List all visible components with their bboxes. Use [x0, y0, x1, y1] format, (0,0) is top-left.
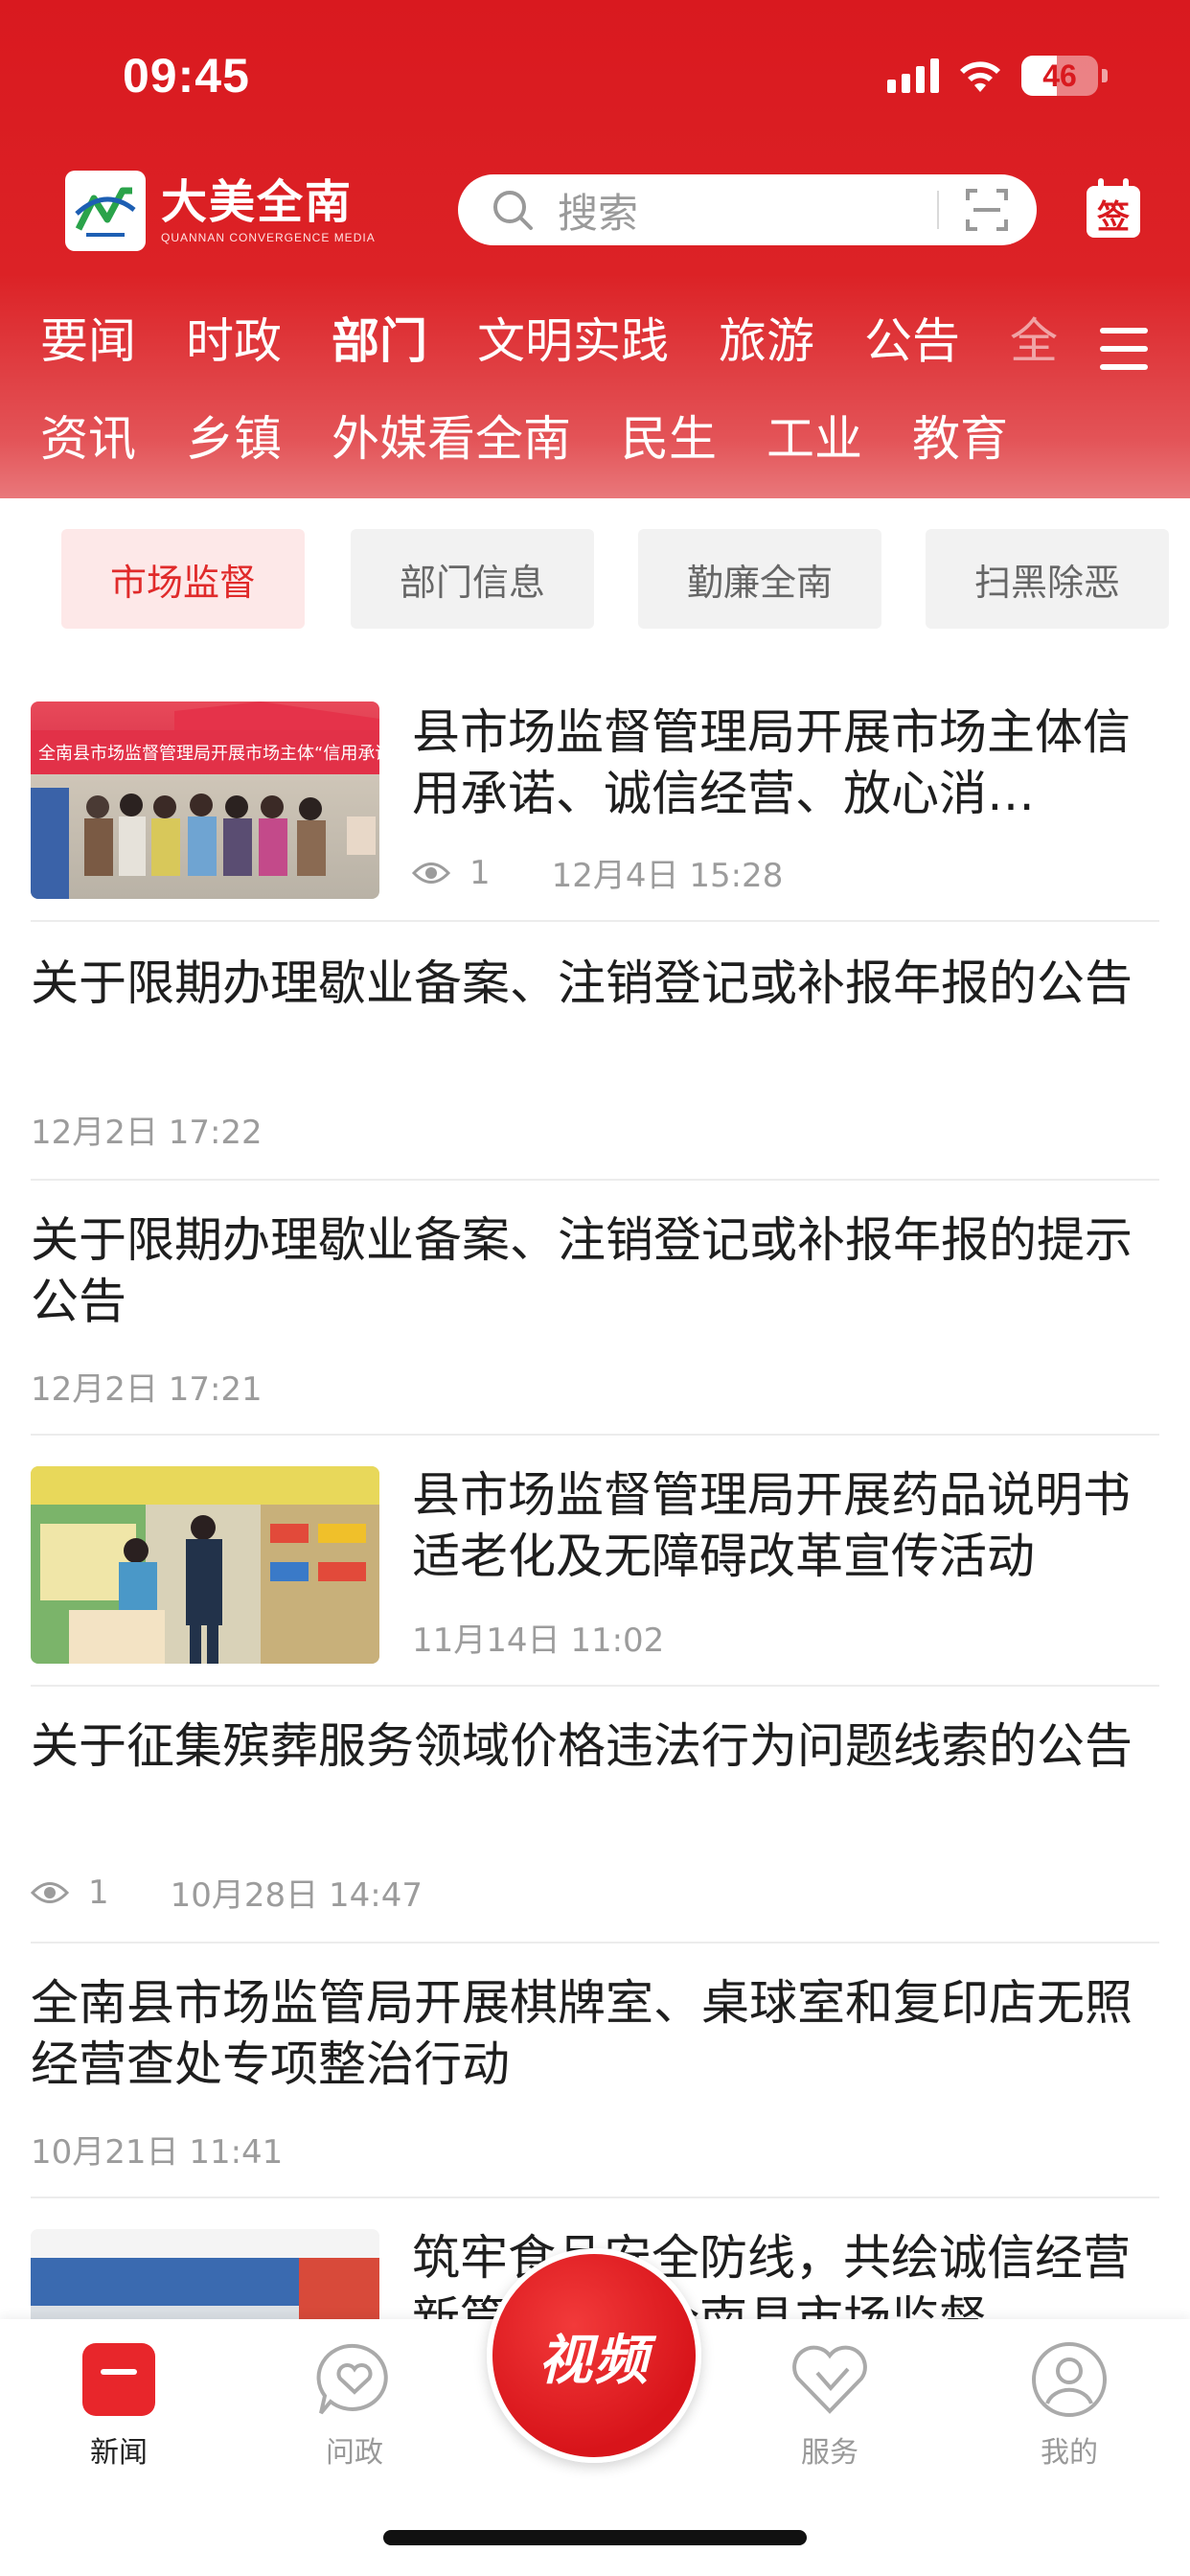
- battery-icon: 46: [1021, 56, 1098, 96]
- views-eye-icon: [31, 1881, 69, 1903]
- tab-wenzheng[interactable]: 问政: [278, 2340, 431, 2484]
- video-button-label: 视频: [538, 2329, 650, 2392]
- news-item[interactable]: 县市场监督管理局开展药品说明书适老化及无障碍改革宣传活动 11月14日 11:0…: [31, 1436, 1159, 1687]
- news-meta: 1 12月4日 15:28: [412, 849, 783, 896]
- channel-row-2: 资讯 乡镇 外媒看全南 民生 工业 教育: [0, 397, 1064, 473]
- news-thumbnail: 全南县市场监督管理局开展市场主体“信用承诺、诚信经营、放心消费”主题宣传活动: [31, 702, 379, 899]
- news-tab-icon: [82, 2343, 155, 2416]
- tab-service[interactable]: 服务: [753, 2340, 906, 2484]
- news-thumbnail-illustration: [31, 1466, 379, 1664]
- channel-xiangzhen[interactable]: 乡镇: [186, 401, 282, 470]
- news-thumbnail-illustration: 全南县市场监督管理局开展市场主体“信用承诺、诚信经营、放心消费”主题宣传活动: [31, 702, 379, 899]
- sign-in-calendar-icon[interactable]: 签: [1085, 178, 1142, 240]
- wifi-icon: [960, 61, 1000, 92]
- search-divider: [937, 191, 939, 229]
- news-date: 12月4日 15:28: [551, 857, 784, 895]
- news-title: 全南县市场监管局开展棋牌室、桌球室和复印店无照经营查处专项整治行动: [31, 1975, 1133, 2092]
- channel-wenmingshijian[interactable]: 文明实践: [477, 303, 669, 372]
- news-date: 12月2日 17:21: [31, 1370, 263, 1409]
- news-meta: 12月2日 17:22: [31, 1106, 263, 1153]
- channel-jiaoyu[interactable]: 教育: [912, 401, 1008, 470]
- status-time: 09:45: [123, 49, 250, 103]
- channel-row-1: 要闻 时政 部门 文明实践 旅游 公告 全: [0, 299, 1064, 376]
- news-item[interactable]: 关于限期办理歇业备案、注销登记或补报年报的公告 12月2日 17:22: [31, 924, 1159, 1181]
- news-date: 10月21日 11:41: [31, 2133, 284, 2172]
- news-meta: 11月14日 11:02: [412, 1614, 664, 1661]
- tab-service-label: 服务: [801, 2436, 858, 2470]
- views-count: 1: [469, 853, 491, 892]
- home-indicator: [383, 2530, 807, 2545]
- news-thumbnail-illustration: [31, 2229, 379, 2319]
- logo-mark-icon: [65, 171, 146, 251]
- thumb-banner-text: 全南县市场监督管理局开展市场主体“信用承诺、诚信经营、放心消费”主题宣传活动: [38, 744, 379, 764]
- channel-waimei[interactable]: 外媒看全南: [332, 401, 571, 470]
- subtab-bumenxinxi[interactable]: 部门信息: [351, 529, 594, 629]
- user-profile-icon: [1032, 2342, 1107, 2417]
- subtab-qinlianquannan[interactable]: 勤廉全南: [638, 529, 881, 629]
- news-meta: 1 10月28日 14:47: [31, 1869, 423, 1916]
- subtab-saoheichue[interactable]: 扫黑除恶: [926, 529, 1169, 629]
- logo-subtitle: QUANNAN CONVERGENCE MEDIA: [161, 231, 376, 245]
- channel-overflow[interactable]: 全: [1010, 303, 1058, 372]
- news-title: 关于征集殡葬服务领域价格违法行为问题线索的公告: [31, 1718, 1133, 1774]
- channel-yaowen[interactable]: 要闻: [40, 303, 136, 372]
- scan-icon[interactable]: [964, 187, 1010, 233]
- news-date: 10月28日 14:47: [170, 1876, 423, 1915]
- tab-mine[interactable]: 我的: [993, 2340, 1146, 2484]
- news-title: 关于限期办理歇业备案、注销登记或补报年报的公告: [31, 955, 1133, 1011]
- news-date: 12月2日 17:22: [31, 1114, 263, 1152]
- channel-gongye[interactable]: 工业: [767, 401, 862, 470]
- search-bar[interactable]: 搜索: [458, 174, 1037, 245]
- channel-gonggao[interactable]: 公告: [864, 303, 960, 372]
- search-icon: [493, 191, 533, 230]
- logo-title: 大美全南: [161, 174, 354, 229]
- channel-zixun[interactable]: 资讯: [40, 401, 136, 470]
- news-meta: 12月2日 17:21: [31, 1363, 263, 1410]
- news-meta: 10月21日 11:41: [31, 2126, 283, 2173]
- sign-icon-text: 签: [1097, 198, 1130, 237]
- channel-menu-icon[interactable]: [1100, 328, 1148, 370]
- subtab-shichangjiandu[interactable]: 市场监督: [61, 529, 305, 629]
- channel-lvyou[interactable]: 旅游: [719, 303, 814, 372]
- news-title: 县市场监督管理局开展药品说明书适老化及无障碍改革宣传活动: [412, 1467, 1131, 1584]
- app-header: 09:45 46 大美全南 QUANNAN CONVERGENCE MEDIA: [0, 0, 1190, 498]
- news-title: 关于限期办理歇业备案、注销登记或补报年报的提示公告: [31, 1212, 1133, 1329]
- tab-news[interactable]: 新闻: [42, 2340, 195, 2484]
- news-item[interactable]: 全南县市场监管局开展棋牌室、桌球室和复印店无照经营查处专项整治行动 10月21日…: [31, 1944, 1159, 2198]
- status-icons: 46: [887, 56, 1108, 96]
- news-thumbnail: [31, 1466, 379, 1664]
- news-title: 县市场监督管理局开展市场主体信用承诺、诚信经营、放心消…: [412, 704, 1131, 821]
- signal-icon: [887, 58, 939, 93]
- news-date: 11月14日 11:02: [412, 1622, 665, 1660]
- news-item[interactable]: 关于限期办理歇业备案、注销登记或补报年报的提示公告 12月2日 17:21: [31, 1181, 1159, 1436]
- tab-wenzheng-label: 问政: [326, 2436, 383, 2470]
- news-thumbnail: [31, 2229, 379, 2319]
- sub-tabs: 市场监督 部门信息 勤廉全南 扫黑除恶: [0, 529, 1190, 629]
- search-placeholder: 搜索: [558, 189, 639, 237]
- news-item[interactable]: 全南县市场监督管理局开展市场主体“信用承诺、诚信经营、放心消费”主题宣传活动 县…: [31, 671, 1159, 922]
- battery-tip: [1102, 69, 1108, 82]
- chat-heart-icon: [316, 2343, 388, 2415]
- battery-level: 46: [1042, 58, 1077, 93]
- tab-mine-label: 我的: [1041, 2436, 1098, 2470]
- views-count: 1: [88, 1873, 109, 1912]
- channel-minsheng[interactable]: 民生: [621, 401, 717, 470]
- news-item[interactable]: 关于征集殡葬服务领域价格违法行为问题线索的公告 1 10月28日 14:47: [31, 1687, 1159, 1944]
- channel-shizheng[interactable]: 时政: [186, 303, 282, 372]
- video-button[interactable]: 视频: [487, 2248, 701, 2463]
- app-logo[interactable]: 大美全南 QUANNAN CONVERGENCE MEDIA: [65, 171, 376, 251]
- service-heart-icon: [792, 2345, 867, 2414]
- channel-bumen-active[interactable]: 部门: [332, 303, 427, 372]
- views-eye-icon: [412, 862, 450, 884]
- tab-news-label: 新闻: [90, 2436, 148, 2470]
